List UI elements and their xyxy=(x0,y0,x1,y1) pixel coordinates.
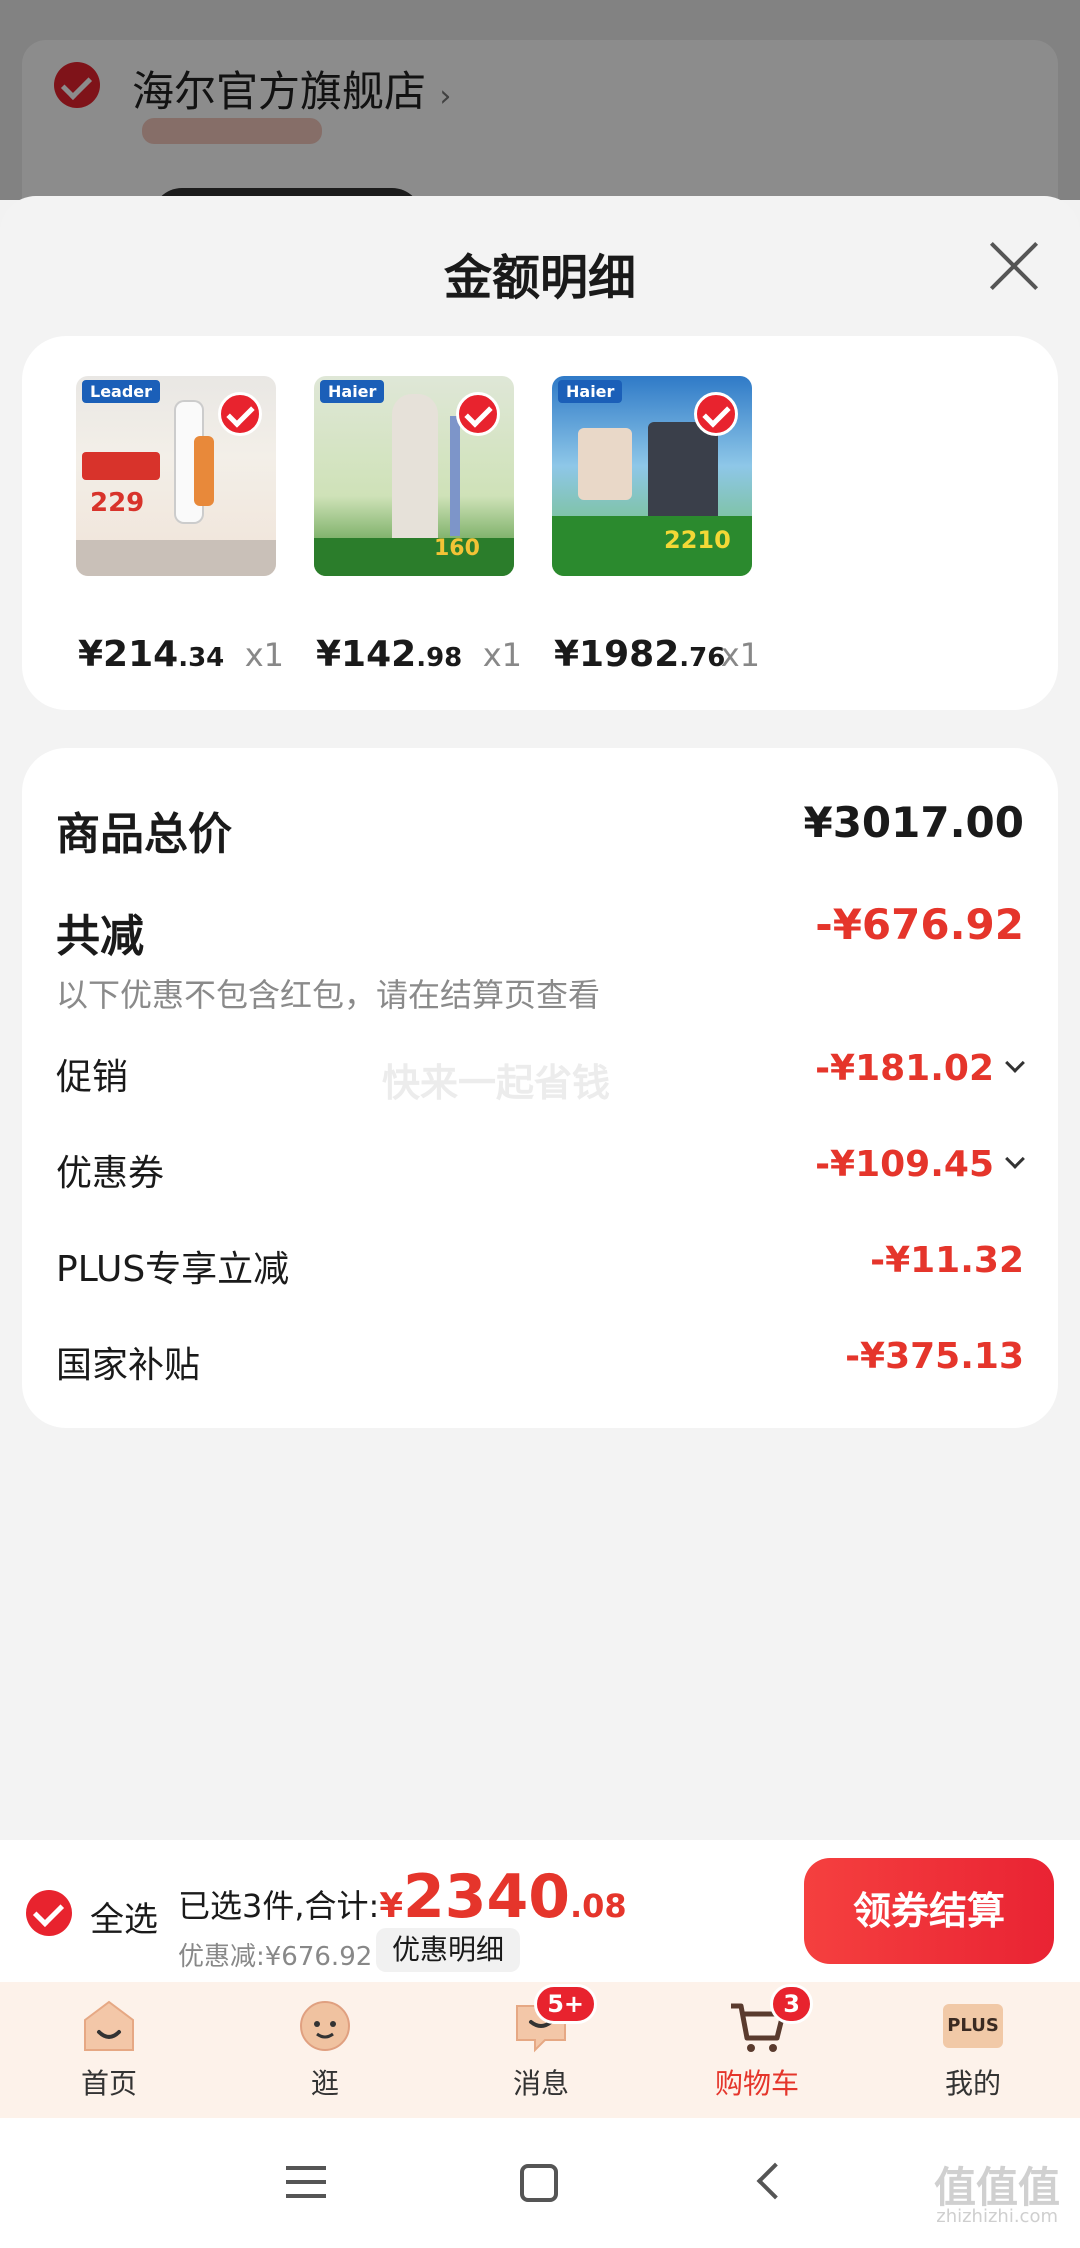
tab-profile[interactable]: PLUS 我的 xyxy=(898,1996,1048,2102)
total-price-label: 商品总价 xyxy=(56,809,232,860)
product-item[interactable]: Haier 2210 ¥1982.76 x1 xyxy=(552,376,760,675)
discount-amount: 优惠减:¥676.92 xyxy=(178,1942,373,1972)
bottom-tab-bar: 首页 逛 5+ 消息 3 购物车 PLUS 我的 xyxy=(0,1982,1080,2118)
coupon-label: 优惠券 xyxy=(56,1153,165,1194)
coupon-row[interactable]: 优惠券 -¥109.45 xyxy=(56,1144,1025,1204)
close-icon[interactable] xyxy=(988,240,1040,292)
promo-banner xyxy=(82,452,160,480)
product-price: ¥214.34 xyxy=(78,634,225,675)
plus-discount-row: PLUS专享立减 -¥11.32 xyxy=(56,1240,1024,1300)
checkout-bar: 全选 已选3件,合计:¥2340.08 优惠减:¥676.92 优惠明细 领券结… xyxy=(0,1840,1080,1982)
site-watermark-url: zhizhizhi.com xyxy=(936,2206,1058,2227)
profile-icon: PLUS xyxy=(943,1996,1003,2056)
brand-logo: Haier xyxy=(320,380,385,403)
tab-browse[interactable]: 逛 xyxy=(250,1996,400,2102)
person-graphic xyxy=(392,394,438,544)
total-amount: 已选3件,合计:¥2340.08 xyxy=(178,1862,627,1932)
promo-price: 160 xyxy=(434,536,480,561)
price-summary-card: 商品总价 ¥3017.00 共减 -¥676.92 以下优惠不包含红包，请在结算… xyxy=(22,748,1058,1428)
select-all-label[interactable]: 全选 xyxy=(90,1892,158,1941)
product-item[interactable]: Leader 229 ¥214.34 x1 xyxy=(76,376,284,675)
back-icon[interactable] xyxy=(740,2152,800,2212)
cart-icon: 3 xyxy=(727,1984,813,2056)
product-list-card: Leader 229 ¥214.34 x1 Haier 160 ¥142.98 xyxy=(22,336,1058,710)
total-price-row: 商品总价 ¥3017.00 xyxy=(56,798,1024,860)
plus-discount-value: -¥11.32 xyxy=(870,1240,1024,1281)
product-checked-icon[interactable] xyxy=(456,392,500,436)
product-checked-icon[interactable] xyxy=(218,392,262,436)
subsidy-row: 国家补贴 -¥375.13 xyxy=(56,1336,1024,1396)
steamer-pole-graphic xyxy=(450,416,460,536)
subsidy-value: -¥375.13 xyxy=(845,1336,1024,1377)
tab-cart[interactable]: 3 购物车 xyxy=(682,1984,832,2102)
select-all-check-icon[interactable] xyxy=(26,1890,72,1936)
product-footer-strip xyxy=(76,540,276,576)
coupon-value: -¥109.45 xyxy=(815,1144,1025,1185)
home-button-icon[interactable] xyxy=(508,2152,568,2212)
product-price: ¥142.98 xyxy=(316,634,463,675)
menu-icon[interactable] xyxy=(276,2152,336,2212)
promotion-value: -¥181.02 xyxy=(815,1048,1025,1089)
subsidy-label: 国家补贴 xyxy=(56,1345,201,1386)
product-image: Haier 160 xyxy=(314,376,514,576)
chevron-down-icon[interactable] xyxy=(1005,1149,1025,1169)
dim-overlay[interactable] xyxy=(0,0,1080,200)
discount-detail-button[interactable]: 优惠明细 xyxy=(376,1928,521,1972)
amount-detail-sheet: 金额明细 Leader 229 ¥214.34 x1 Haier 160 ¥14… xyxy=(0,196,1080,1840)
tab-messages[interactable]: 5+ 消息 xyxy=(466,1984,616,2102)
total-reduce-value: -¥676.92 xyxy=(815,900,1024,949)
product-quantity: x1 xyxy=(482,636,522,674)
chevron-down-icon[interactable] xyxy=(1005,1053,1025,1073)
promotion-label: 促销 xyxy=(56,1057,129,1098)
water-heater-graphic xyxy=(648,422,718,522)
product-quantity: x1 xyxy=(244,636,284,674)
browse-icon xyxy=(295,1996,355,2056)
promo-price: 2210 xyxy=(664,526,731,554)
product-footer-strip xyxy=(314,538,514,576)
product-price: ¥1982.76 xyxy=(554,634,726,675)
product-image: Leader 229 xyxy=(76,376,276,576)
checkout-button[interactable]: 领券结算 xyxy=(804,1858,1054,1964)
cart-badge: 3 xyxy=(770,1984,813,2024)
system-nav-bar: 值值值 zhizhizhi.com xyxy=(0,2118,1080,2248)
product-checked-icon[interactable] xyxy=(694,392,738,436)
message-icon: 5+ xyxy=(511,1984,597,2056)
person-graphic xyxy=(578,428,632,500)
brand-logo: Haier xyxy=(558,380,623,403)
product-item[interactable]: Haier 160 ¥142.98 x1 xyxy=(314,376,522,675)
product-quantity: x1 xyxy=(720,636,760,674)
product-image: Haier 2210 xyxy=(552,376,752,576)
message-badge: 5+ xyxy=(534,1984,597,2024)
discount-note: 以下优惠不包含红包，请在结算页查看 xyxy=(56,976,601,1014)
total-price-value: ¥3017.00 xyxy=(803,798,1024,847)
tab-home[interactable]: 首页 xyxy=(34,1996,184,2102)
promo-price: 229 xyxy=(90,488,145,518)
heater-coil-graphic xyxy=(194,436,214,506)
plus-badge: PLUS xyxy=(943,2004,1003,2048)
sheet-title: 金额明细 xyxy=(443,250,636,306)
promotion-row[interactable]: 促销 -¥181.02 xyxy=(56,1048,1025,1108)
total-reduce-row: 共减 -¥676.92 xyxy=(56,900,1024,962)
plus-discount-label: PLUS专享立减 xyxy=(56,1249,290,1290)
brand-logo: Leader xyxy=(82,380,161,403)
home-icon xyxy=(79,1996,139,2056)
total-reduce-label: 共减 xyxy=(56,911,144,962)
